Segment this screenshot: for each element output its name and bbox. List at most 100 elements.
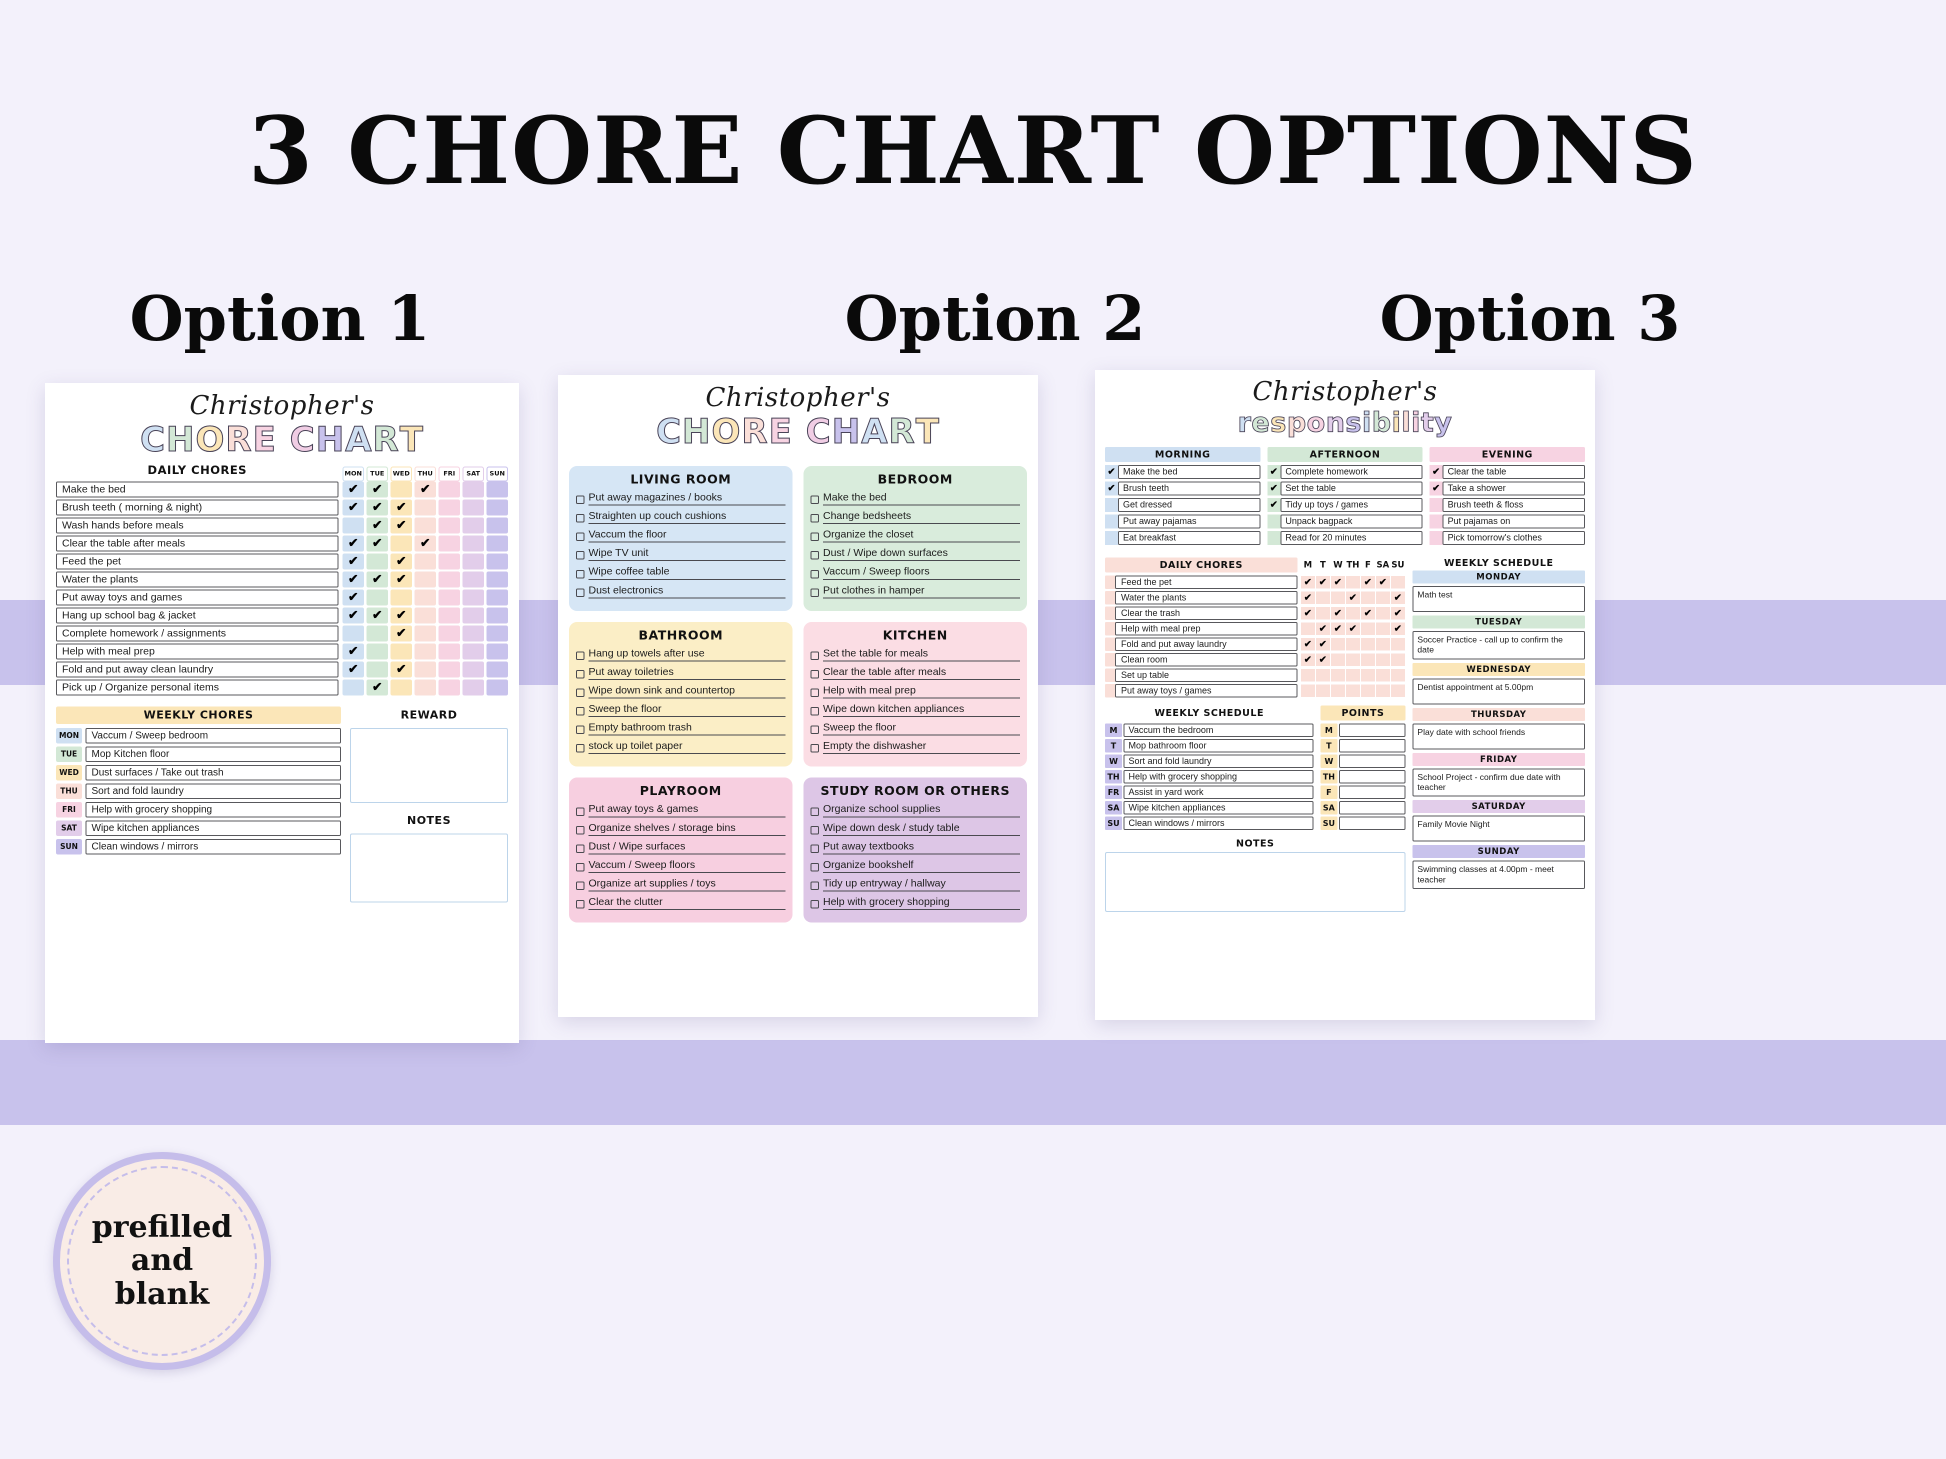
check-cell-empty[interactable] <box>438 481 460 498</box>
check-cell-empty[interactable] <box>342 517 364 534</box>
time-block-task-box[interactable]: Brush teeth & floss <box>1442 497 1585 512</box>
checkbox-icon[interactable] <box>576 863 585 872</box>
schedule-note-box[interactable]: Math test <box>1412 585 1585 612</box>
check-cell-empty[interactable] <box>1267 514 1281 529</box>
weekly-task-box[interactable]: Vaccum / Sweep bedroom <box>85 727 341 744</box>
checkbox-icon[interactable] <box>810 569 819 579</box>
check-cell-checked[interactable]: ✔ <box>342 499 364 516</box>
check-cell-empty[interactable] <box>1390 683 1406 698</box>
check-cell-checked[interactable]: ✔ <box>342 535 364 552</box>
check-cell-empty[interactable] <box>414 625 436 642</box>
checkbox-icon[interactable] <box>576 844 585 853</box>
chore-label-box[interactable]: Fold and put away clean laundry <box>56 661 339 678</box>
check-cell-empty[interactable] <box>366 625 388 642</box>
checkbox-icon[interactable] <box>810 900 819 909</box>
check-cell-empty[interactable] <box>366 661 388 678</box>
room-task-label[interactable]: Organize the closet <box>823 529 1020 543</box>
check-cell-empty[interactable] <box>390 589 412 606</box>
weekly-task-box[interactable]: Dust surfaces / Take out trash <box>85 764 341 781</box>
check-cell-empty[interactable] <box>1300 668 1316 682</box>
schedule-note-box[interactable]: School Project - confirm due date with t… <box>1412 768 1585 797</box>
check-cell-empty[interactable] <box>486 679 508 696</box>
time-block-task-box[interactable]: Put pajamas on <box>1442 514 1585 529</box>
check-cell-checked[interactable]: ✔ <box>1267 464 1281 479</box>
check-cell-empty[interactable] <box>1375 652 1391 667</box>
check-cell-checked[interactable]: ✔ <box>366 679 388 696</box>
check-cell-empty[interactable] <box>438 589 460 606</box>
check-cell-empty[interactable] <box>486 499 508 516</box>
weekly-task-box[interactable]: Sort and fold laundry <box>85 783 341 799</box>
points-input-box[interactable] <box>1338 754 1406 768</box>
room-task-label[interactable]: Wipe down sink and countertop <box>588 684 786 699</box>
chore-label-box[interactable]: Pick up / Organize personal items <box>56 679 339 696</box>
checkbox-icon[interactable] <box>810 707 819 716</box>
check-cell-checked[interactable]: ✔ <box>366 499 388 516</box>
check-cell-empty[interactable] <box>486 607 508 624</box>
check-cell-checked[interactable]: ✔ <box>1360 606 1376 620</box>
time-block-task-box[interactable]: Set the table <box>1280 481 1423 496</box>
check-cell-empty[interactable] <box>486 661 508 678</box>
chore-label-box[interactable]: Brush teeth ( morning & night) <box>56 499 339 516</box>
weekly-task-box[interactable]: Wipe kitchen appliances <box>85 820 341 836</box>
room-task-label[interactable]: Wipe down desk / study table <box>823 822 1020 836</box>
check-cell-checked[interactable]: ✔ <box>1267 481 1281 496</box>
room-task-label[interactable]: Help with grocery shopping <box>823 896 1020 911</box>
check-cell-checked[interactable]: ✔ <box>1300 575 1316 589</box>
check-cell-empty[interactable] <box>1315 590 1331 605</box>
schedule-note-box[interactable]: Soccer Practice - call up to confirm the… <box>1412 630 1585 660</box>
room-task-label[interactable]: Sweep the floor <box>823 722 1020 736</box>
notes-input-panel-1[interactable] <box>350 833 508 903</box>
check-cell-empty[interactable] <box>1330 668 1346 682</box>
time-block-task-box[interactable]: Make the bed <box>1118 464 1261 479</box>
check-cell-checked[interactable]: ✔ <box>390 607 412 624</box>
check-cell-empty[interactable] <box>1429 497 1443 512</box>
check-cell-checked[interactable]: ✔ <box>1375 575 1391 589</box>
check-cell-checked[interactable]: ✔ <box>1315 621 1331 636</box>
check-cell-empty[interactable] <box>1315 606 1331 620</box>
check-cell-empty[interactable] <box>1390 637 1406 651</box>
weekly-task-box[interactable]: Mop Kitchen floor <box>85 746 341 762</box>
checkbox-icon[interactable] <box>810 844 819 853</box>
room-task-label[interactable]: Organize shelves / storage bins <box>588 822 786 836</box>
check-cell-empty[interactable] <box>1375 606 1391 620</box>
time-block-task-box[interactable]: Complete homework <box>1280 464 1423 479</box>
check-cell-empty[interactable] <box>438 661 460 678</box>
room-task-label[interactable]: Dust / Wipe down surfaces <box>823 547 1020 562</box>
check-cell-checked[interactable]: ✔ <box>366 535 388 552</box>
check-cell-empty[interactable] <box>462 517 484 534</box>
chore-label-box[interactable]: Feed the pet <box>56 553 339 570</box>
check-cell-checked[interactable]: ✔ <box>366 481 388 498</box>
check-cell-checked[interactable]: ✔ <box>1315 575 1331 589</box>
time-block-task-box[interactable]: Read for 20 minutes <box>1280 530 1423 545</box>
check-cell-empty[interactable] <box>486 625 508 642</box>
check-cell-empty[interactable] <box>1105 514 1118 529</box>
daily-chore-label-box-3[interactable]: Help with meal prep <box>1115 621 1298 636</box>
weekly-task-box-3[interactable]: Sort and fold laundry <box>1123 754 1314 768</box>
checkbox-icon[interactable] <box>810 669 819 679</box>
check-cell-empty[interactable] <box>1267 530 1281 545</box>
check-cell-checked[interactable]: ✔ <box>1267 497 1281 512</box>
checkbox-icon[interactable] <box>576 551 585 560</box>
room-task-label[interactable]: Clear the table after meals <box>823 666 1020 680</box>
check-cell-checked[interactable]: ✔ <box>1390 621 1406 636</box>
check-cell-checked[interactable]: ✔ <box>1360 575 1376 589</box>
room-task-label[interactable]: Put clothes in hamper <box>823 584 1020 599</box>
check-cell-checked[interactable]: ✔ <box>1105 464 1118 479</box>
check-cell-empty[interactable] <box>486 571 508 588</box>
checkbox-icon[interactable] <box>810 744 819 753</box>
room-task-label[interactable]: Clear the clutter <box>588 896 786 911</box>
check-cell-empty[interactable] <box>1345 683 1361 698</box>
checkbox-icon[interactable] <box>810 807 819 816</box>
check-cell-empty[interactable] <box>1345 606 1361 620</box>
room-task-label[interactable]: Dust electronics <box>588 584 786 599</box>
checkbox-icon[interactable] <box>810 825 819 835</box>
room-task-label[interactable]: stock up toilet paper <box>588 740 786 755</box>
checkbox-icon[interactable] <box>576 495 585 504</box>
checkbox-icon[interactable] <box>810 651 819 660</box>
check-cell-checked[interactable]: ✔ <box>342 589 364 606</box>
room-task-label[interactable]: Vaccum the floor <box>588 529 786 543</box>
room-task-label[interactable]: Organize school supplies <box>823 803 1020 818</box>
chore-label-box[interactable]: Make the bed <box>56 481 339 498</box>
room-task-label[interactable]: Put away toys & games <box>588 803 786 818</box>
time-block-task-box[interactable]: Unpack bagpack <box>1280 514 1423 529</box>
